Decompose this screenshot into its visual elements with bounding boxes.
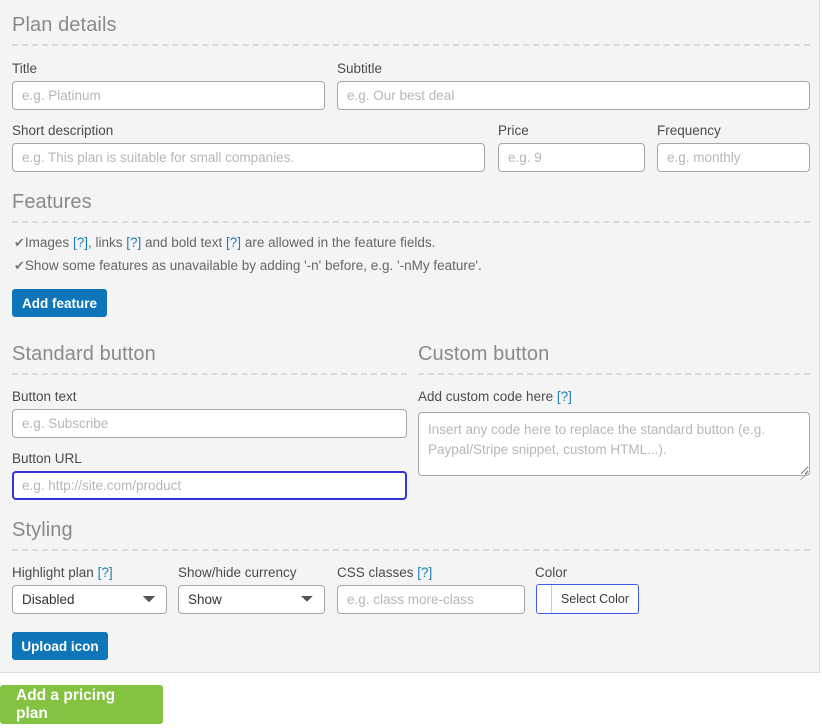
label-color: Color <box>535 565 567 580</box>
feature-note-1: ✔Images [?], links [?] and bold text [?]… <box>14 235 435 251</box>
feature-note-2-text: Show some features as unavailable by add… <box>25 258 482 273</box>
label-show-hide-currency: Show/hide currency <box>178 565 297 580</box>
section-divider-standard-button <box>12 373 407 375</box>
label-frequency: Frequency <box>657 123 721 138</box>
feature-note-1-mid2: and bold text <box>141 235 226 250</box>
show-hide-currency-select[interactable]: Show <box>178 585 325 614</box>
section-heading-standard-button: Standard button <box>12 343 156 366</box>
help-link-links[interactable]: [?] <box>126 235 141 250</box>
title-input[interactable] <box>12 81 325 110</box>
color-swatch <box>537 585 552 613</box>
label-button-text: Button text <box>12 389 77 404</box>
section-heading-styling: Styling <box>12 519 73 542</box>
button-url-input[interactable] <box>12 471 407 500</box>
section-divider-plan-details <box>12 44 810 46</box>
label-highlight-plan: Highlight plan [?] <box>12 565 113 580</box>
feature-note-1-mid1: , links <box>88 235 126 250</box>
button-text-input[interactable] <box>12 409 407 438</box>
feature-note-1-post: are allowed in the feature fields. <box>241 235 435 250</box>
section-divider-custom-button <box>418 373 810 375</box>
label-css-classes-text: CSS classes <box>337 565 414 580</box>
subtitle-input[interactable] <box>337 81 810 110</box>
help-link-images[interactable]: [?] <box>73 235 88 250</box>
label-custom-code-text: Add custom code here <box>418 389 553 404</box>
check-icon: ✔ <box>14 258 25 273</box>
check-icon: ✔ <box>14 235 25 250</box>
css-classes-input[interactable] <box>337 585 525 614</box>
add-feature-button[interactable]: Add feature <box>12 289 107 317</box>
label-highlight-plan-text: Highlight plan <box>12 565 94 580</box>
select-color-label: Select Color <box>552 585 638 613</box>
label-price: Price <box>498 123 529 138</box>
help-link-css-classes[interactable]: [?] <box>417 565 432 580</box>
custom-code-textarea[interactable] <box>418 412 810 476</box>
label-title: Title <box>12 61 37 76</box>
section-heading-plan-details: Plan details <box>12 14 117 37</box>
select-color-button[interactable]: Select Color <box>536 584 639 614</box>
label-css-classes: CSS classes [?] <box>337 565 432 580</box>
section-heading-features: Features <box>12 191 92 214</box>
pricing-plan-form-panel: Plan details Title Subtitle Short descri… <box>0 0 820 673</box>
help-link-highlight-plan[interactable]: [?] <box>98 565 113 580</box>
frequency-input[interactable] <box>657 143 810 172</box>
label-custom-code: Add custom code here [?] <box>418 389 572 404</box>
label-subtitle: Subtitle <box>337 61 382 76</box>
highlight-plan-select[interactable]: Disabled <box>12 585 167 614</box>
section-divider-styling <box>12 549 810 551</box>
short-description-input[interactable] <box>12 143 485 172</box>
section-heading-custom-button: Custom button <box>418 343 549 366</box>
add-pricing-plan-button[interactable]: Add a pricing plan <box>0 685 163 724</box>
section-divider-features <box>12 221 810 223</box>
feature-note-2: ✔Show some features as unavailable by ad… <box>14 258 482 274</box>
help-link-custom-code[interactable]: [?] <box>557 389 572 404</box>
label-short-description: Short description <box>12 123 113 138</box>
feature-note-1-pre: Images <box>25 235 73 250</box>
label-button-url: Button URL <box>12 451 82 466</box>
help-link-bold-text[interactable]: [?] <box>226 235 241 250</box>
price-input[interactable] <box>498 143 645 172</box>
upload-icon-button[interactable]: Upload icon <box>12 632 108 660</box>
